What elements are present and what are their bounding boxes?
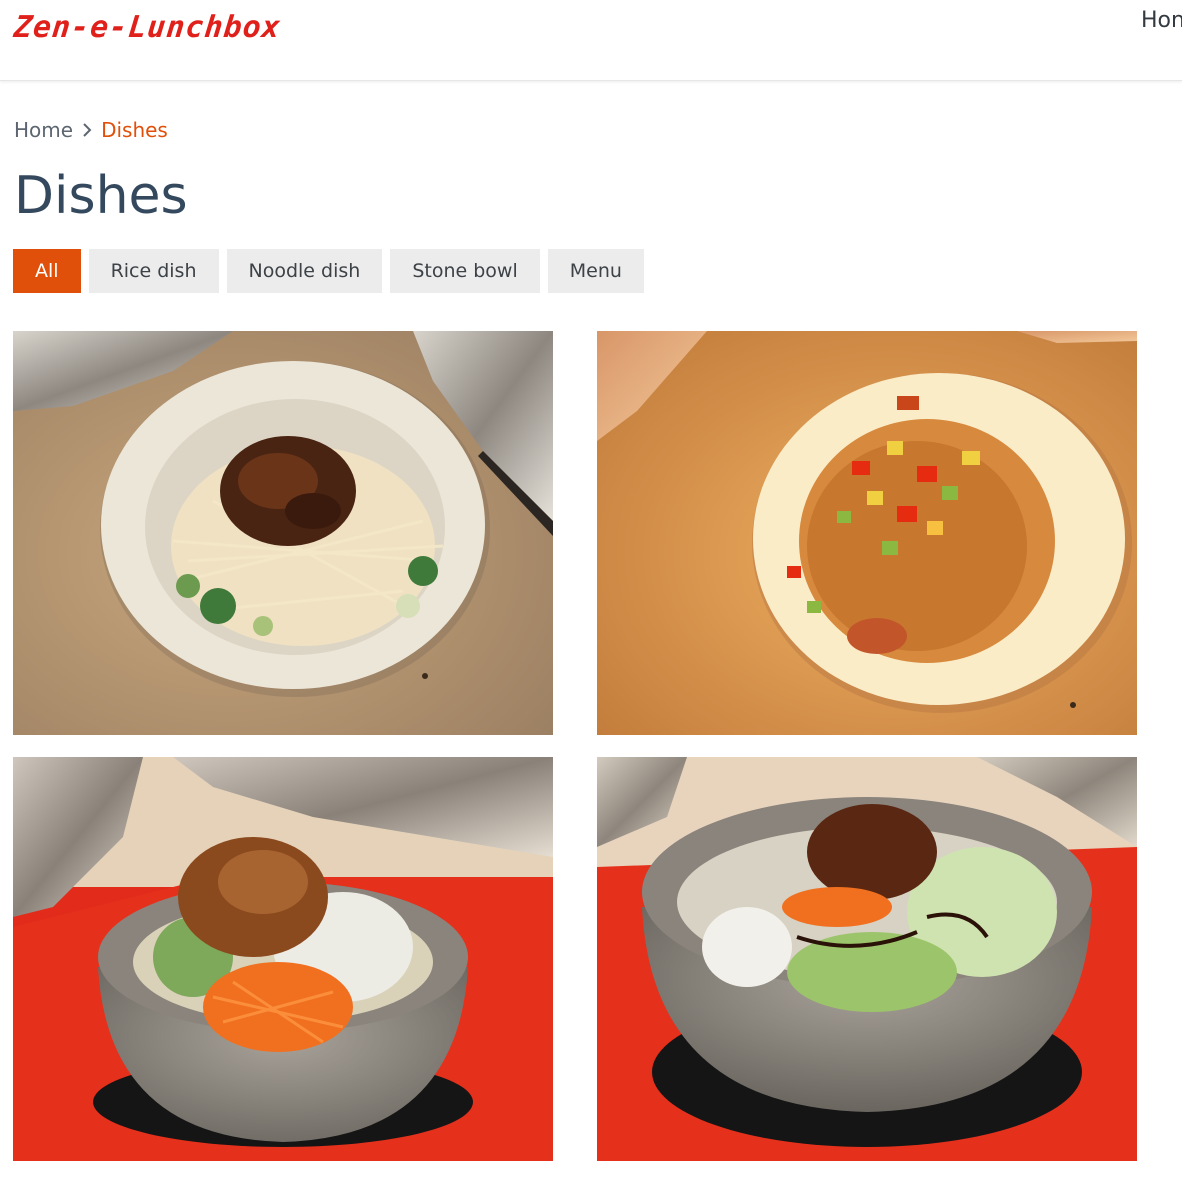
fried-rice-plate-photo bbox=[597, 331, 1137, 735]
dish-card-fried-rice[interactable] bbox=[597, 331, 1137, 735]
dish-card-stone-bowl-rice[interactable] bbox=[597, 757, 1137, 1161]
dish-card-stone-bowl-carrot[interactable] bbox=[13, 757, 553, 1161]
dish-card-noodle-bowl[interactable] bbox=[13, 331, 553, 735]
noodle-bowl-photo bbox=[13, 331, 553, 735]
chevron-right-icon bbox=[73, 118, 101, 142]
nav-home-link[interactable]: Hon bbox=[1141, 8, 1182, 33]
filter-noodle-dish-button[interactable]: Noodle dish bbox=[226, 249, 383, 293]
filter-all-button[interactable]: All bbox=[13, 249, 81, 293]
page-title: Dishes bbox=[14, 166, 188, 226]
site-header: Zen-e-Lunchbox Hon bbox=[0, 0, 1182, 81]
stone-bowl-carrot-photo bbox=[13, 757, 553, 1161]
stone-bowl-rice-photo bbox=[597, 757, 1137, 1161]
site-logo[interactable]: Zen-e-Lunchbox bbox=[12, 10, 283, 45]
category-filters: All Rice dish Noodle dish Stone bowl Men… bbox=[13, 249, 644, 293]
breadcrumb: Home Dishes bbox=[14, 118, 168, 142]
dish-gallery bbox=[13, 331, 1137, 1161]
filter-stone-bowl-button[interactable]: Stone bowl bbox=[390, 249, 540, 293]
breadcrumb-home-link[interactable]: Home bbox=[14, 118, 73, 142]
breadcrumb-current: Dishes bbox=[101, 118, 168, 142]
filter-rice-dish-button[interactable]: Rice dish bbox=[88, 249, 219, 293]
filter-menu-button[interactable]: Menu bbox=[547, 249, 644, 293]
